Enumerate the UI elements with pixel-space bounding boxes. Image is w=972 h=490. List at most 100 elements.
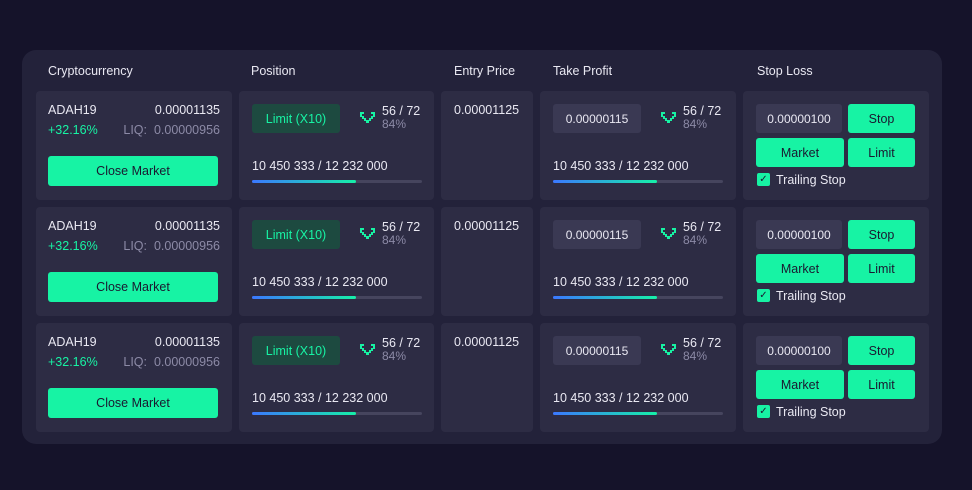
pixel-heart-icon <box>661 344 676 355</box>
liquidation: LIQ: 0.00000956 <box>123 355 220 369</box>
fill-ratio: 56 / 72 84% <box>382 105 420 131</box>
take-profit-progress-track <box>553 296 723 299</box>
change-percent: +32.16% <box>48 123 98 137</box>
stop-button[interactable]: Stop <box>848 104 915 133</box>
ratio-percent: 84% <box>382 117 407 131</box>
stop-button[interactable]: Stop <box>848 336 915 365</box>
trailing-stop-checkbox[interactable]: ✓ <box>757 173 770 186</box>
close-market-button[interactable]: Close Market <box>48 272 218 302</box>
header-entry-price: Entry Price <box>454 64 516 78</box>
limit-leverage-tag[interactable]: Limit (X10) <box>252 336 340 365</box>
pixel-heart-icon <box>360 344 375 355</box>
entry-price-cell: 0.00001125 <box>441 207 533 316</box>
symbol: ADAH19 <box>48 103 97 117</box>
liq-label: LIQ: <box>123 239 147 253</box>
liq-value: 0.00000956 <box>153 355 220 369</box>
entry-price: 0.00001125 <box>454 335 520 349</box>
stop-loss-cell: 0.00000100 Stop Market Limit ✓ Trailing … <box>743 91 929 200</box>
crypto-cell: ADAH19 0.00001135 +32.16% LIQ: 0.0000095… <box>36 91 232 200</box>
position-quantity: 10 450 333 / 12 232 000 <box>252 159 388 173</box>
positions-panel: Cryptocurrency Position Entry Price Take… <box>22 50 942 444</box>
stop-loss-cell: 0.00000100 Stop Market Limit ✓ Trailing … <box>743 207 929 316</box>
limit-button[interactable]: Limit <box>848 370 915 399</box>
entry-price: 0.00001125 <box>454 103 520 117</box>
take-profit-quantity: 10 450 333 / 12 232 000 <box>553 391 689 405</box>
ratio-percent: 84% <box>683 233 708 247</box>
position-cell: Limit (X10) 56 / 72 84% 10 450 333 / 12 … <box>239 207 434 316</box>
price: 0.00001135 <box>154 219 220 233</box>
ratio-percent: 84% <box>382 233 407 247</box>
take-profit-cell: 0.00000115 56 / 72 84% 10 450 333 / 12 2… <box>540 91 736 200</box>
liquidation: LIQ: 0.00000956 <box>123 123 220 137</box>
position-progress-fill <box>252 296 356 299</box>
symbol: ADAH19 <box>48 219 97 233</box>
table-row: ADAH19 0.00001135 +32.16% LIQ: 0.0000095… <box>22 323 942 432</box>
pixel-heart-icon <box>661 228 676 239</box>
ratio-percent: 84% <box>382 349 407 363</box>
take-profit-quantity: 10 450 333 / 12 232 000 <box>553 159 689 173</box>
position-progress-track <box>252 412 422 415</box>
trailing-stop-checkbox[interactable]: ✓ <box>757 405 770 418</box>
entry-price-cell: 0.00001125 <box>441 323 533 432</box>
market-button[interactable]: Market <box>756 370 844 399</box>
position-progress-fill <box>252 412 356 415</box>
position-quantity: 10 450 333 / 12 232 000 <box>252 275 388 289</box>
price: 0.00001135 <box>154 335 220 349</box>
stop-button[interactable]: Stop <box>848 220 915 249</box>
limit-leverage-tag[interactable]: Limit (X10) <box>252 104 340 133</box>
limit-button[interactable]: Limit <box>848 254 915 283</box>
liq-label: LIQ: <box>123 123 147 137</box>
limit-button[interactable]: Limit <box>848 138 915 167</box>
market-button[interactable]: Market <box>756 138 844 167</box>
ratio-percent: 84% <box>683 349 708 363</box>
check-icon: ✓ <box>759 406 768 417</box>
fill-ratio: 56 / 72 84% <box>382 337 420 363</box>
crypto-cell: ADAH19 0.00001135 +32.16% LIQ: 0.0000095… <box>36 207 232 316</box>
liq-value: 0.00000956 <box>153 239 220 253</box>
price: 0.00001135 <box>154 103 220 117</box>
take-profit-cell: 0.00000115 56 / 72 84% 10 450 333 / 12 2… <box>540 207 736 316</box>
close-market-button[interactable]: Close Market <box>48 156 218 186</box>
trailing-stop-checkbox[interactable]: ✓ <box>757 289 770 302</box>
header-take-profit: Take Profit <box>553 64 613 78</box>
liq-label: LIQ: <box>123 355 147 369</box>
limit-leverage-tag[interactable]: Limit (X10) <box>252 220 340 249</box>
table-row: ADAH19 0.00001135 +32.16% LIQ: 0.0000095… <box>22 207 942 316</box>
take-profit-progress-fill <box>553 296 657 299</box>
stop-loss-input[interactable]: 0.00000100 <box>756 104 842 133</box>
header-position: Position <box>251 64 296 78</box>
liquidation: LIQ: 0.00000956 <box>123 239 220 253</box>
take-profit-progress-fill <box>553 412 657 415</box>
close-market-button[interactable]: Close Market <box>48 388 218 418</box>
stop-loss-input[interactable]: 0.00000100 <box>756 336 842 365</box>
take-profit-quantity: 10 450 333 / 12 232 000 <box>553 275 689 289</box>
entry-price: 0.00001125 <box>454 219 520 233</box>
table-row: ADAH19 0.00001135 +32.16% LIQ: 0.0000095… <box>22 91 942 200</box>
fill-ratio: 56 / 72 84% <box>683 105 721 131</box>
take-profit-progress-track <box>553 180 723 183</box>
check-icon: ✓ <box>759 290 768 301</box>
fill-ratio: 56 / 72 84% <box>683 221 721 247</box>
symbol: ADAH19 <box>48 335 97 349</box>
take-profit-input[interactable]: 0.00000115 <box>553 220 641 249</box>
market-button[interactable]: Market <box>756 254 844 283</box>
trailing-stop-label: Trailing Stop <box>776 173 846 187</box>
fill-ratio: 56 / 72 84% <box>382 221 420 247</box>
take-profit-input[interactable]: 0.00000115 <box>553 336 641 365</box>
pixel-heart-icon <box>360 228 375 239</box>
trailing-stop-label: Trailing Stop <box>776 289 846 303</box>
pixel-heart-icon <box>360 112 375 123</box>
take-profit-cell: 0.00000115 56 / 72 84% 10 450 333 / 12 2… <box>540 323 736 432</box>
ratio-percent: 84% <box>683 117 708 131</box>
change-percent: +32.16% <box>48 239 98 253</box>
take-profit-input[interactable]: 0.00000115 <box>553 104 641 133</box>
liq-value: 0.00000956 <box>153 123 220 137</box>
position-quantity: 10 450 333 / 12 232 000 <box>252 391 388 405</box>
position-progress-fill <box>252 180 356 183</box>
stop-loss-cell: 0.00000100 Stop Market Limit ✓ Trailing … <box>743 323 929 432</box>
fill-ratio: 56 / 72 84% <box>683 337 721 363</box>
stop-loss-input[interactable]: 0.00000100 <box>756 220 842 249</box>
header-cryptocurrency: Cryptocurrency <box>48 64 133 78</box>
entry-price-cell: 0.00001125 <box>441 91 533 200</box>
crypto-cell: ADAH19 0.00001135 +32.16% LIQ: 0.0000095… <box>36 323 232 432</box>
